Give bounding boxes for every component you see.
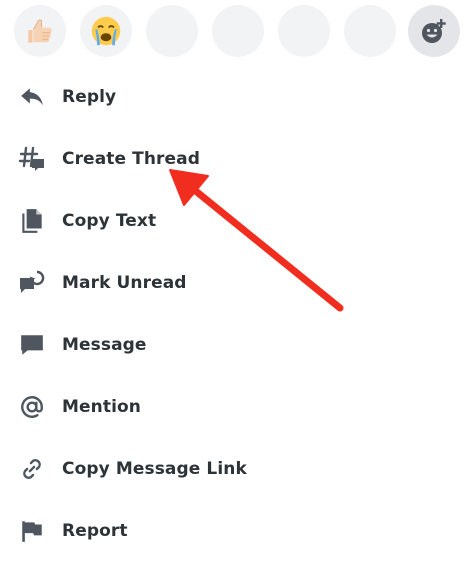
menu-item-label: Create Thread <box>62 149 200 169</box>
menu-item-label: Report <box>62 521 128 541</box>
menu-item-report[interactable]: Report <box>0 500 474 562</box>
menu-item-label: Mark Unread <box>62 273 187 293</box>
flag-icon <box>18 517 46 545</box>
message-actions-menu: Reply Create Thread Copy Text Mark Unrea… <box>0 66 474 562</box>
reply-icon <box>18 83 46 111</box>
add-reaction-icon <box>422 19 446 43</box>
reaction-bar <box>14 5 464 57</box>
message-icon <box>18 331 46 359</box>
menu-item-mark-unread[interactable]: Mark Unread <box>0 252 474 314</box>
loudly-crying-face-emoji-icon <box>91 16 121 46</box>
menu-item-copy-text[interactable]: Copy Text <box>0 190 474 252</box>
menu-item-label: Reply <box>62 87 117 107</box>
mark-unread-icon <box>18 269 46 297</box>
menu-item-label: Mention <box>62 397 141 417</box>
menu-item-copy-message-link[interactable]: Copy Message Link <box>0 438 474 500</box>
link-icon <box>18 455 46 483</box>
menu-item-create-thread[interactable]: Create Thread <box>0 128 474 190</box>
copy-icon <box>18 207 46 235</box>
thumbs-up-emoji-icon <box>28 19 52 43</box>
reaction-crying-face[interactable] <box>80 5 132 57</box>
menu-item-label: Message <box>62 335 147 355</box>
reaction-thumbs-up[interactable] <box>14 5 66 57</box>
at-icon <box>18 393 46 421</box>
reaction-empty-slot[interactable] <box>344 5 396 57</box>
reaction-empty-slot[interactable] <box>278 5 330 57</box>
menu-item-label: Copy Text <box>62 211 157 231</box>
menu-item-reply[interactable]: Reply <box>0 66 474 128</box>
menu-item-label: Copy Message Link <box>62 459 247 479</box>
add-reaction-button[interactable] <box>408 5 460 57</box>
reaction-empty-slot[interactable] <box>212 5 264 57</box>
menu-item-message[interactable]: Message <box>0 314 474 376</box>
reaction-empty-slot[interactable] <box>146 5 198 57</box>
menu-item-mention[interactable]: Mention <box>0 376 474 438</box>
thread-icon <box>18 145 46 173</box>
